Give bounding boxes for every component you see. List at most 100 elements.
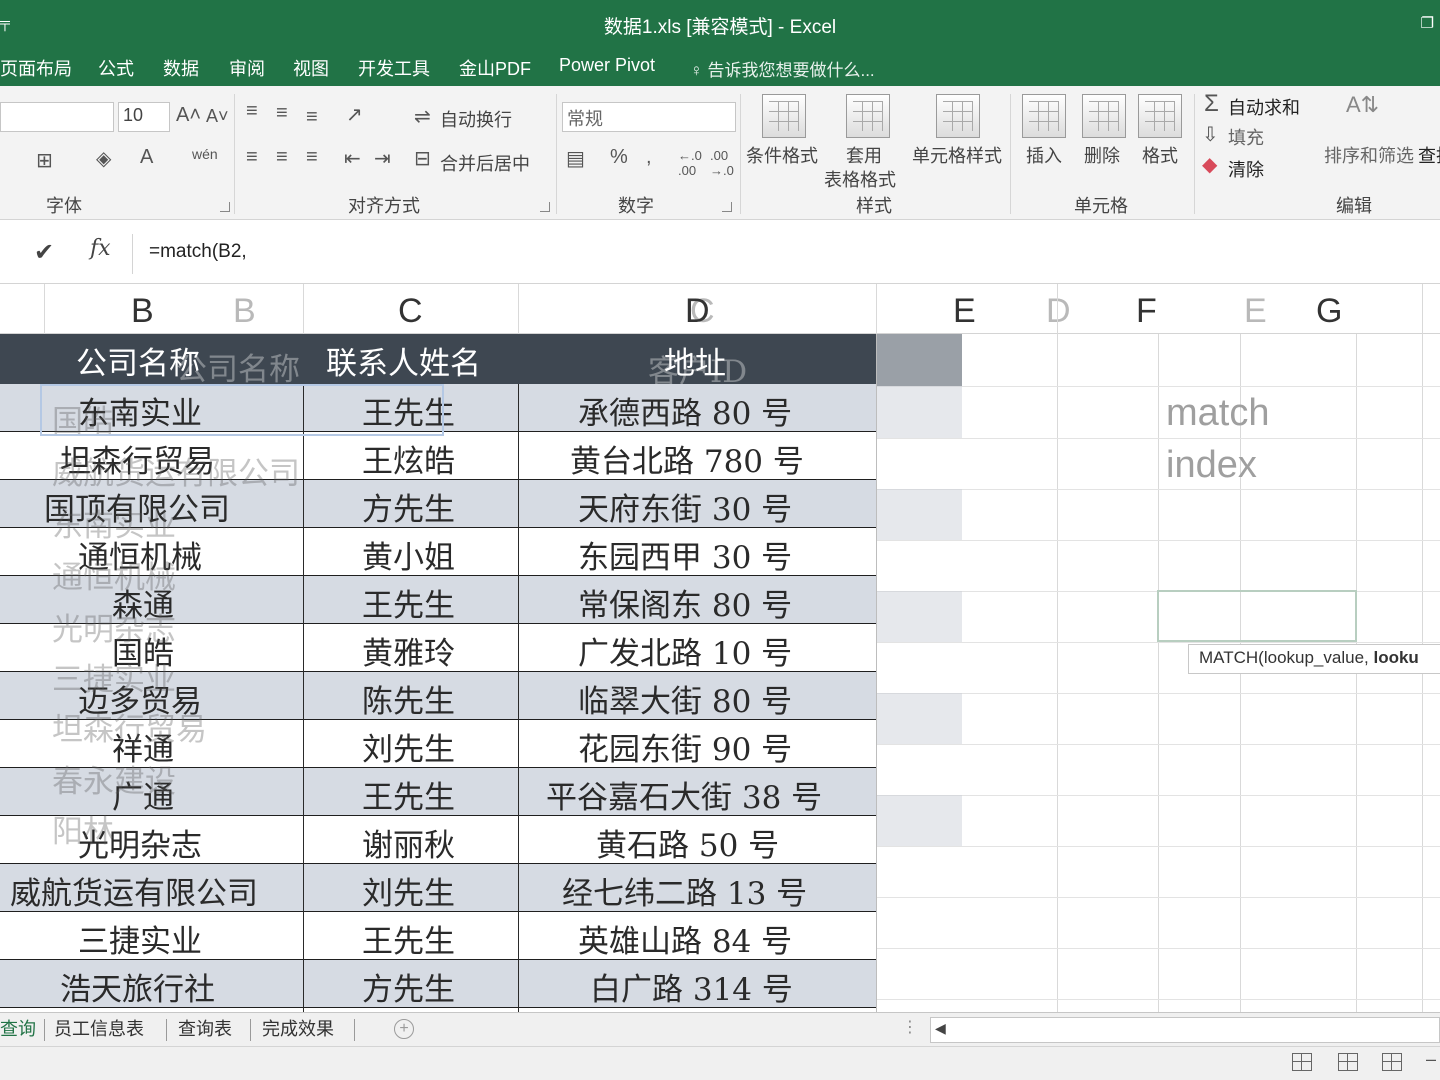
- cell-address[interactable]: 白广路 314 号: [590, 964, 793, 1009]
- column-header-f[interactable]: F: [1136, 292, 1157, 331]
- orientation-icon[interactable]: ↗: [346, 102, 363, 127]
- sort-filter-button[interactable]: 排序和筛选: [1324, 142, 1414, 168]
- selected-cell[interactable]: [1157, 590, 1357, 642]
- clear-button[interactable]: 清除: [1228, 156, 1264, 182]
- delete-cells-button[interactable]: 删除: [1084, 142, 1120, 168]
- tell-me-search[interactable]: ♀ 告诉我您想要做什么...: [690, 56, 875, 81]
- table-row[interactable]: 光明杂志 谢丽秋 黄石路 50 号: [0, 816, 876, 864]
- zoom-out-icon[interactable]: –: [1426, 1049, 1436, 1070]
- font-name-box[interactable]: [0, 102, 114, 132]
- cell-address[interactable]: 英雄山路 84 号: [578, 916, 792, 961]
- page-break-view-icon[interactable]: [1382, 1053, 1402, 1071]
- header-contact[interactable]: 联系人姓名: [326, 338, 481, 383]
- column-header-b[interactable]: B: [131, 292, 154, 331]
- borders-icon[interactable]: ⊞: [36, 148, 53, 173]
- cell-address[interactable]: 平谷嘉石大街 38 号: [546, 772, 822, 817]
- align-middle-icon[interactable]: ≡: [276, 102, 288, 125]
- cell-contact[interactable]: 王炫皓: [362, 436, 455, 481]
- decrease-decimal-icon[interactable]: .00 →.0: [710, 148, 734, 178]
- cell-contact[interactable]: 王先生: [362, 916, 455, 961]
- format-as-table-icon[interactable]: [846, 94, 890, 138]
- eraser-icon[interactable]: ◆: [1202, 152, 1217, 177]
- column-header-e[interactable]: E: [953, 292, 976, 331]
- tab-formulas[interactable]: 公式: [98, 55, 134, 81]
- cell-address[interactable]: 广发北路 10 号: [578, 628, 792, 673]
- conditional-formatting-button[interactable]: 条件格式: [746, 142, 818, 168]
- cell-contact[interactable]: 方先生: [362, 484, 455, 529]
- cell-company[interactable]: 三捷实业: [78, 916, 202, 961]
- horizontal-scrollbar[interactable]: ◀: [930, 1017, 1440, 1043]
- column-header-g[interactable]: G: [1316, 292, 1342, 331]
- formula-input[interactable]: =match(B2,: [132, 234, 1440, 274]
- cell-company[interactable]: 威航货运有限公司: [10, 868, 258, 913]
- cell-contact[interactable]: 陈先生: [362, 676, 455, 721]
- cell-address[interactable]: 常保阁东 80 号: [578, 580, 792, 625]
- restore-window-icon[interactable]: ❐: [1421, 14, 1434, 32]
- font-dialog-launcher-icon[interactable]: [220, 202, 230, 212]
- cell-address[interactable]: 黄台北路 780 号: [570, 436, 804, 481]
- format-cells-button[interactable]: 格式: [1142, 142, 1178, 168]
- table-row[interactable]: 浩天旅行社 方先生 白广路 314 号: [0, 960, 876, 1008]
- cell-address[interactable]: 花园东街 90 号: [578, 724, 792, 769]
- sheet-tab-finished[interactable]: 完成效果: [262, 1015, 334, 1041]
- cell-contact[interactable]: 黄小姐: [362, 532, 455, 577]
- wrap-text-button[interactable]: 自动换行: [440, 106, 512, 132]
- percent-icon[interactable]: %: [610, 146, 628, 169]
- number-format-box[interactable]: 常规: [562, 102, 736, 132]
- enter-check-icon[interactable]: ✔: [34, 238, 54, 267]
- tooltip-bold-arg[interactable]: looku: [1373, 648, 1418, 667]
- currency-icon[interactable]: ▤: [566, 146, 585, 171]
- cell-address[interactable]: 黄石路 50 号: [596, 820, 779, 865]
- alignment-dialog-launcher-icon[interactable]: [540, 202, 550, 212]
- fill-color-icon[interactable]: ◈: [96, 146, 111, 171]
- cell-contact[interactable]: 刘先生: [362, 868, 455, 913]
- column-header-d[interactable]: D: [685, 292, 710, 331]
- tab-review[interactable]: 审阅: [229, 55, 265, 81]
- cell-contact[interactable]: 王先生: [362, 580, 455, 625]
- column-header-c[interactable]: C: [398, 292, 423, 331]
- tab-developer[interactable]: 开发工具: [358, 55, 430, 81]
- merge-center-button[interactable]: 合并后居中: [440, 150, 530, 176]
- cell-company[interactable]: 浩天旅行社: [60, 964, 215, 1009]
- cell-styles-icon[interactable]: [936, 94, 980, 138]
- cell-styles-button[interactable]: 单元格样式: [912, 142, 1002, 168]
- align-center-icon[interactable]: ≡: [276, 146, 288, 169]
- comma-style-icon[interactable]: ,: [646, 146, 652, 169]
- cell-contact[interactable]: 黄雅玲: [362, 628, 455, 673]
- grow-font-icon[interactable]: A˄: [176, 104, 201, 127]
- shrink-font-icon[interactable]: A˅: [206, 106, 229, 127]
- sheet-tab-query[interactable]: 查询: [0, 1015, 36, 1041]
- cell-address[interactable]: 承德西路 80 号: [578, 388, 792, 433]
- wrap-text-icon[interactable]: ⇌: [414, 104, 431, 129]
- scroll-left-icon[interactable]: ◀: [935, 1020, 946, 1037]
- sheet-tab-employees[interactable]: 员工信息表: [54, 1015, 144, 1041]
- sheet-tab-query-table[interactable]: 查询表: [178, 1015, 232, 1041]
- increase-decimal-icon[interactable]: ←.0.00: [678, 148, 702, 178]
- find-select-button[interactable]: 查找: [1418, 142, 1440, 168]
- conditional-formatting-icon[interactable]: [762, 94, 806, 138]
- table-row[interactable]: 三捷实业 王先生 英雄山路 84 号: [0, 912, 876, 960]
- format-as-table-label-2[interactable]: 表格格式: [824, 166, 896, 192]
- cell-contact[interactable]: 谢丽秋: [362, 820, 455, 865]
- tab-data[interactable]: 数据: [163, 55, 199, 81]
- tab-view[interactable]: 视图: [293, 55, 329, 81]
- increase-indent-icon[interactable]: ⇥: [374, 146, 391, 171]
- merge-center-icon[interactable]: ⊟: [414, 146, 431, 171]
- decrease-indent-icon[interactable]: ⇤: [344, 146, 361, 171]
- format-cells-icon[interactable]: [1138, 94, 1182, 138]
- font-size-box[interactable]: 10: [118, 102, 170, 132]
- cell-contact[interactable]: 刘先生: [362, 724, 455, 769]
- active-cell-outline[interactable]: [40, 384, 444, 436]
- cell-contact[interactable]: 王先生: [362, 772, 455, 817]
- number-dialog-launcher-icon[interactable]: [722, 202, 732, 212]
- fill-icon[interactable]: ⇩: [1202, 122, 1219, 147]
- fill-button[interactable]: 填充: [1228, 124, 1264, 150]
- table-row[interactable]: 威航货运有限公司 刘先生 经七纬二路 13 号: [0, 864, 876, 912]
- delete-cells-icon[interactable]: [1082, 94, 1126, 138]
- page-layout-view-icon[interactable]: [1338, 1053, 1358, 1071]
- split-handle-icon[interactable]: ⋮: [902, 1017, 918, 1037]
- insert-function-icon[interactable]: fx: [90, 236, 111, 261]
- font-color-icon[interactable]: A: [140, 146, 153, 169]
- align-left-icon[interactable]: ≡: [246, 146, 258, 169]
- align-top-icon[interactable]: ≡: [246, 100, 258, 123]
